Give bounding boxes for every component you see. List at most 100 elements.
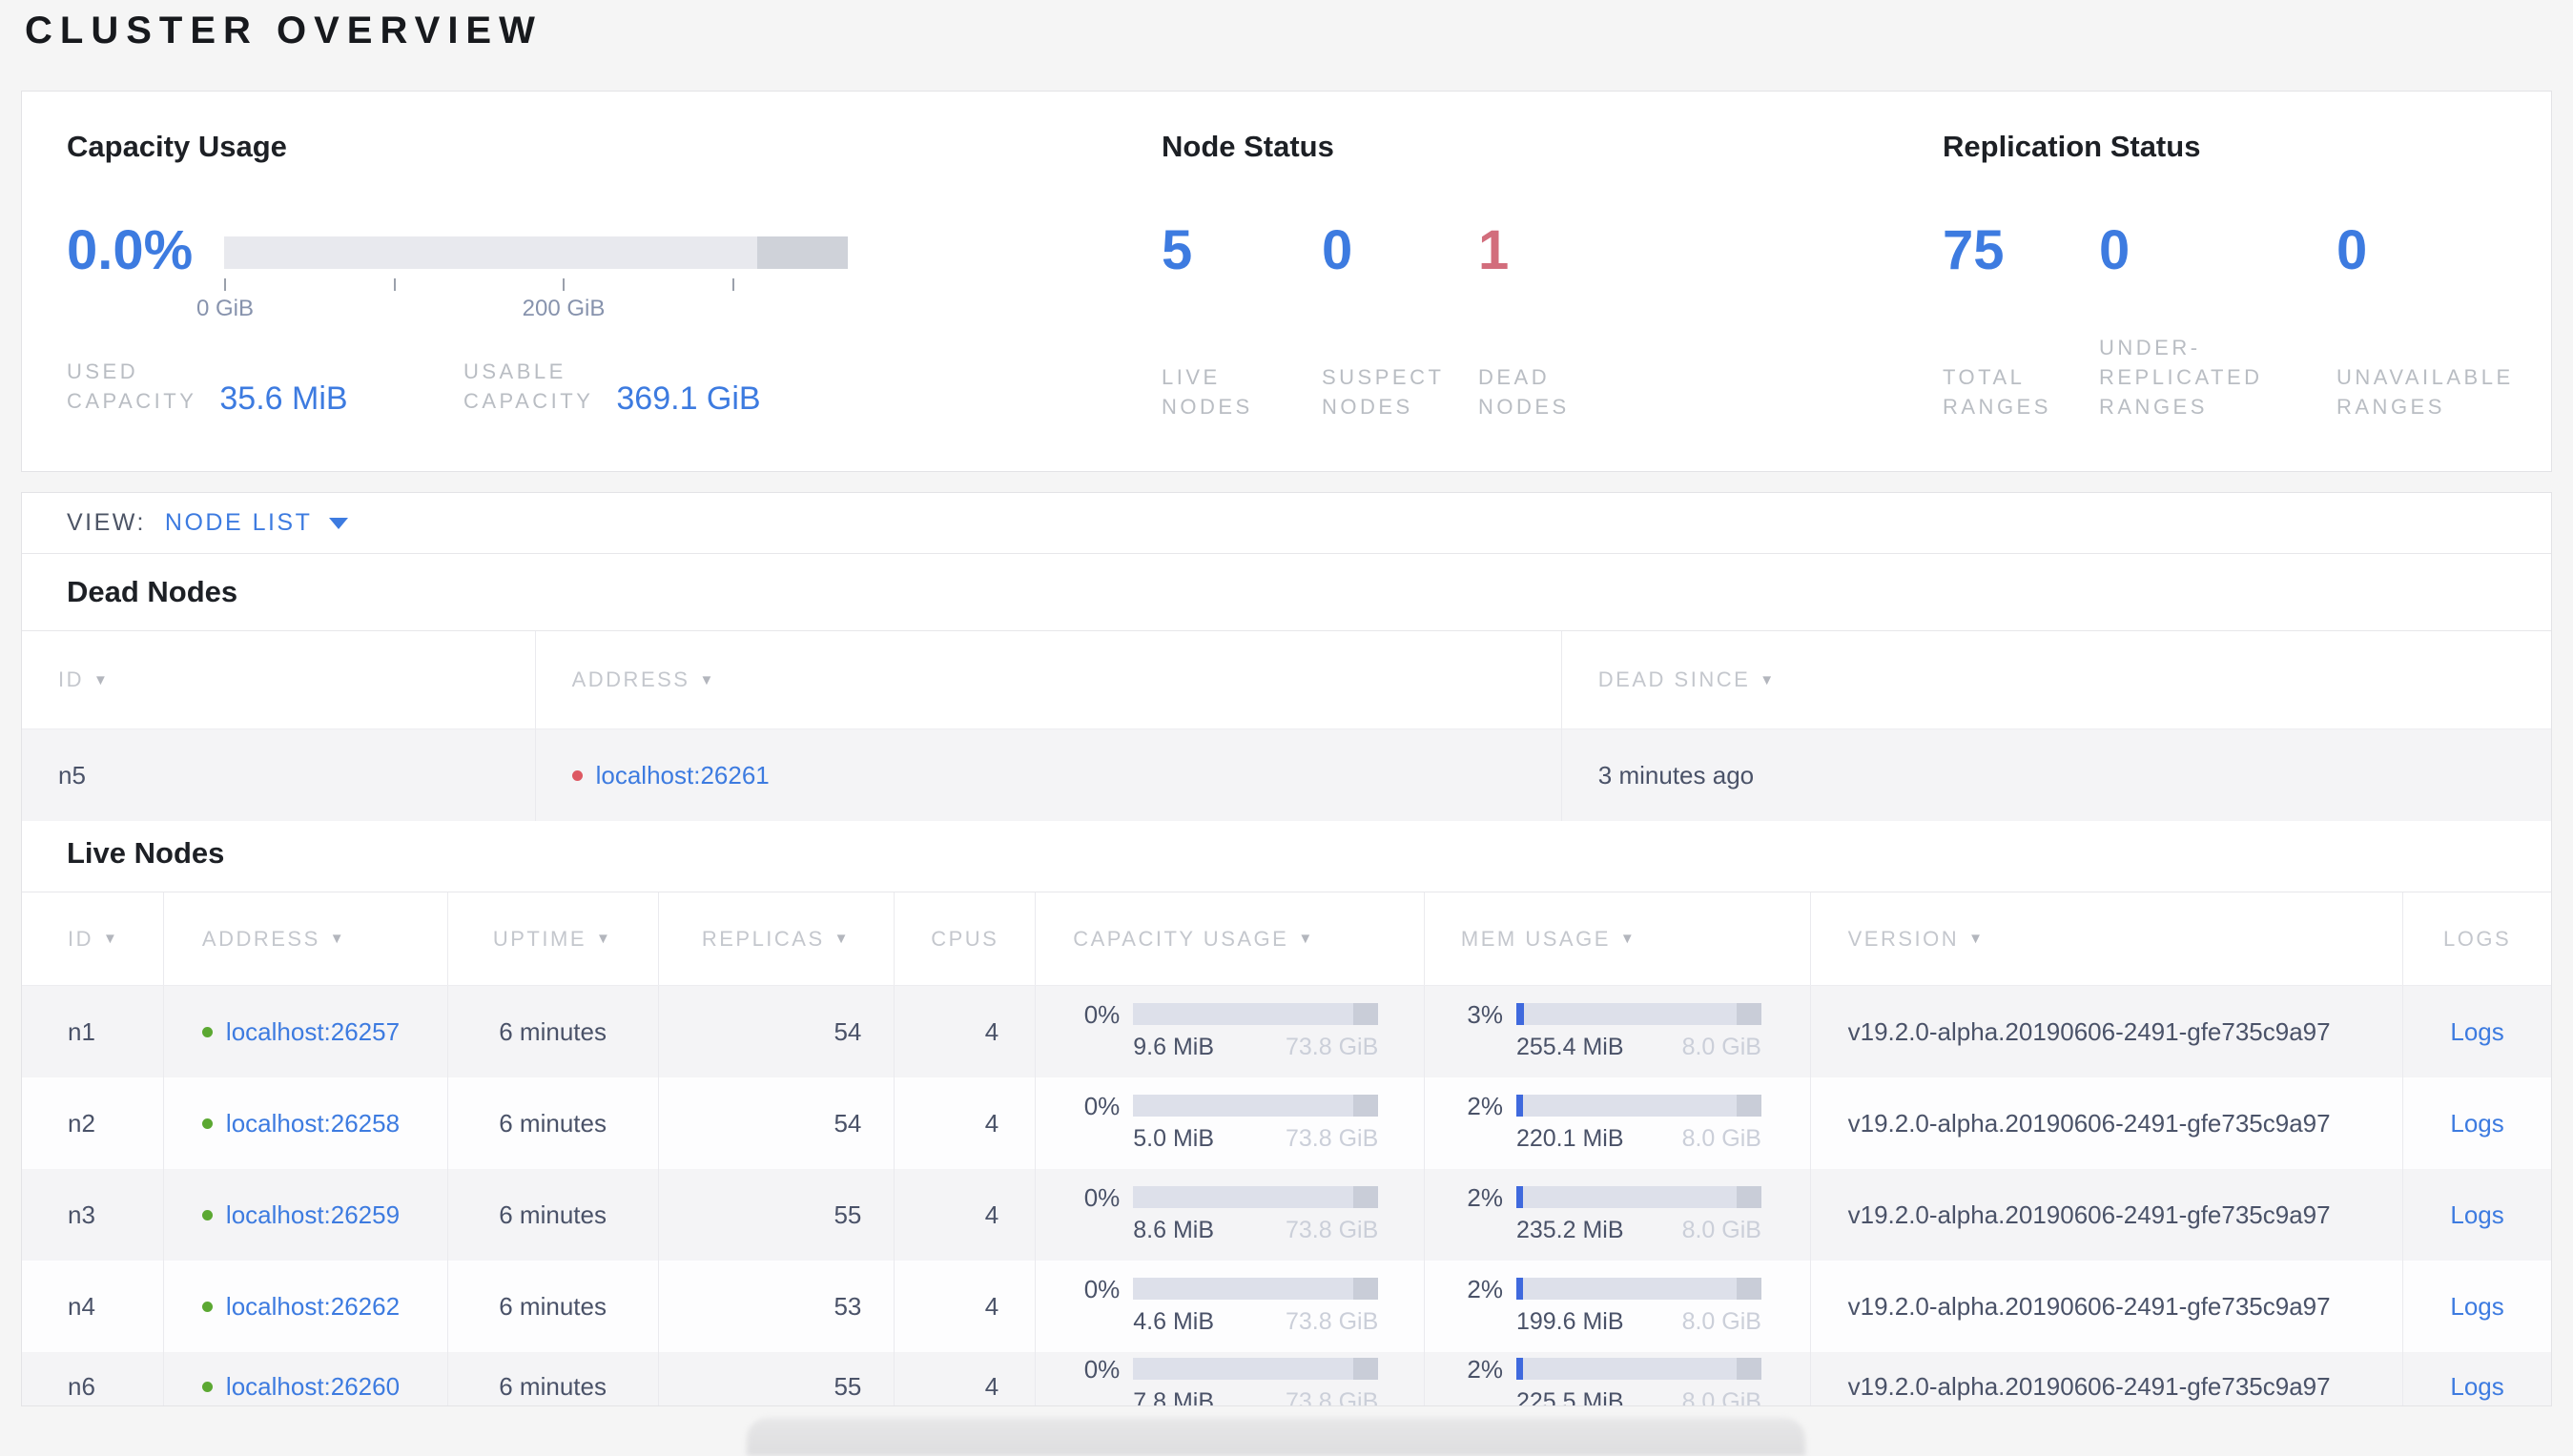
mem-percent: 3% [1467,999,1503,1029]
node-cpus: 4 [894,1077,1035,1169]
capacity-usage-bar [224,236,848,269]
node-uptime: 6 minutes [446,1352,658,1405]
capacity-mini-bar [1133,1185,1379,1208]
suspect-nodes-label: SUSPECT NODES [1322,365,1445,419]
column-header-capacity-usage[interactable]: CAPACITY USAGE [1035,892,1424,985]
column-header-replicas[interactable]: REPLICAS [657,892,895,985]
mem-bar-reserved-segment [1736,1094,1761,1117]
node-address-link[interactable]: localhost:26258 [226,1109,400,1138]
column-header-dead-since[interactable]: DEAD SINCE [1560,631,2551,728]
capacity-used-value: 7.8 MiB [1133,1388,1215,1406]
node-replicas: 55 [657,1352,895,1405]
live-status-dot-icon [201,1301,213,1312]
mem-usage-cell: 2% 199.6 MiB 8.0 GiB [1423,1261,1810,1352]
column-header-mem-usage[interactable]: MEM USAGE [1423,892,1810,985]
logs-link[interactable]: Logs [2450,1109,2503,1138]
replication-status-title: Replication Status [1943,130,2201,163]
column-header-address[interactable]: ADDRESS [162,892,447,985]
logs-link[interactable]: Logs [2450,1017,2503,1047]
mem-bar-reserved-segment [1736,1358,1761,1380]
node-id: n3 [68,1200,95,1229]
node-id: n5 [58,760,86,790]
logs-link[interactable]: Logs [2450,1292,2503,1322]
sort-desc-icon [1760,672,1776,688]
capacity-total-value: 73.8 GiB [1285,1388,1379,1406]
node-address-cell: localhost:26258 [162,1077,447,1169]
summary-card: Capacity Usage 0.0% 0 GiB 200 GiB USED C… [21,91,2552,472]
mem-usage-cell: 2% 235.2 MiB 8.0 GiB [1423,1169,1810,1261]
node-address-link[interactable]: localhost:26259 [226,1200,400,1230]
capacity-mini-bar [1133,1358,1379,1380]
mem-percent: 2% [1467,1355,1503,1384]
capacity-usage-percent: 0.0% [67,219,194,281]
column-header-address[interactable]: ADDRESS [534,631,1561,728]
live-node-row: n1 localhost:26257 6 minutes 54 4 0% 9.6… [22,986,2551,1077]
column-header-version[interactable]: VERSION [1809,892,2403,985]
sort-desc-icon [699,672,715,688]
capacity-total-value: 73.8 GiB [1285,1124,1379,1152]
mem-used-value: 255.4 MiB [1515,1033,1624,1060]
unavailable-ranges-label: UNAVAILABLE RANGES [2336,365,2514,419]
logs-cell: Logs [2402,1077,2551,1169]
view-selector-dropdown[interactable]: NODE LIST [164,509,349,537]
capacity-mini-bar [1133,1002,1379,1025]
used-capacity-label: USED CAPACITY [67,359,197,413]
node-version: v19.2.0-alpha.20190606-2491-gfe735c9a97 [1809,1169,2403,1261]
mem-mini-bar [1515,1002,1761,1025]
mem-used-value: 220.1 MiB [1515,1124,1624,1152]
node-address-link[interactable]: localhost:26261 [596,761,770,790]
live-node-row: n2 localhost:26258 6 minutes 54 4 0% 5.0… [22,1077,2551,1169]
node-uptime: 6 minutes [446,1261,658,1352]
node-id: n6 [68,1372,95,1401]
mem-bar-fill [1515,1277,1523,1300]
node-cpus: 4 [894,986,1035,1077]
column-header-cpus[interactable]: CPUS [894,892,1035,985]
dead-nodes-label: DEAD NODES [1478,365,1570,419]
used-capacity-value: 35.6 MiB [219,380,348,417]
mem-percent: 2% [1467,1091,1503,1120]
live-nodes-count: 5 [1162,219,1193,281]
total-ranges-count: 75 [1943,219,2005,281]
usable-capacity-label: USABLE CAPACITY [463,359,594,413]
unavailable-ranges-count: 0 [2336,219,2368,281]
capacity-percent: 0% [1083,1091,1121,1120]
capacity-mini-bar [1133,1277,1379,1300]
capacity-bar-reserved-segment [1353,1277,1379,1300]
mem-mini-bar [1515,1277,1761,1300]
capacity-usage-cell: 0% 5.0 MiB 73.8 GiB [1035,1077,1424,1169]
column-header-logs[interactable]: LOGS [2402,892,2551,985]
view-selected-value: NODE LIST [164,509,313,536]
live-status-dot-icon [201,1118,213,1129]
node-address-cell: localhost:26260 [162,1352,447,1405]
node-version: v19.2.0-alpha.20190606-2491-gfe735c9a97 [1809,986,2403,1077]
capacity-percent: 0% [1083,1355,1121,1384]
usable-capacity-value: 369.1 GiB [616,380,761,417]
capacity-percent: 0% [1083,1182,1121,1212]
capacity-bar-reserved-segment [1353,1094,1379,1117]
node-address-cell: localhost:26262 [162,1261,447,1352]
cluster-overview-page: CLUSTER OVERVIEW Capacity Usage 0.0% 0 G… [0,0,2573,1456]
mem-percent: 2% [1467,1274,1503,1303]
node-address-link[interactable]: localhost:26262 [226,1292,400,1322]
capacity-usage-cell: 0% 7.8 MiB 73.8 GiB [1035,1352,1424,1406]
mem-bar-fill [1515,1094,1523,1117]
node-uptime: 6 minutes [446,1169,658,1261]
column-header-id[interactable]: ID [22,892,163,985]
node-address-link[interactable]: localhost:26257 [226,1017,400,1047]
logs-link[interactable]: Logs [2450,1372,2503,1402]
column-header-id[interactable]: ID [22,631,535,728]
capacity-total-value: 73.8 GiB [1285,1307,1379,1335]
dead-node-row: n5 localhost:26261 3 minutes ago [22,729,2551,821]
column-header-uptime[interactable]: UPTIME [446,892,658,985]
node-address-link[interactable]: localhost:26260 [226,1372,400,1402]
mem-used-value: 235.2 MiB [1515,1216,1624,1243]
mem-used-value: 199.6 MiB [1515,1307,1624,1335]
node-version: v19.2.0-alpha.20190606-2491-gfe735c9a97 [1809,1261,2403,1352]
total-ranges-label: TOTAL RANGES [1943,365,2051,419]
mem-bar-reserved-segment [1736,1185,1761,1208]
capacity-total-value: 73.8 GiB [1285,1216,1379,1243]
logs-link[interactable]: Logs [2450,1200,2503,1230]
node-id: n2 [68,1108,95,1138]
mem-total-value: 8.0 GiB [1681,1124,1761,1152]
capacity-bar-reserved-segment [1353,1002,1379,1025]
